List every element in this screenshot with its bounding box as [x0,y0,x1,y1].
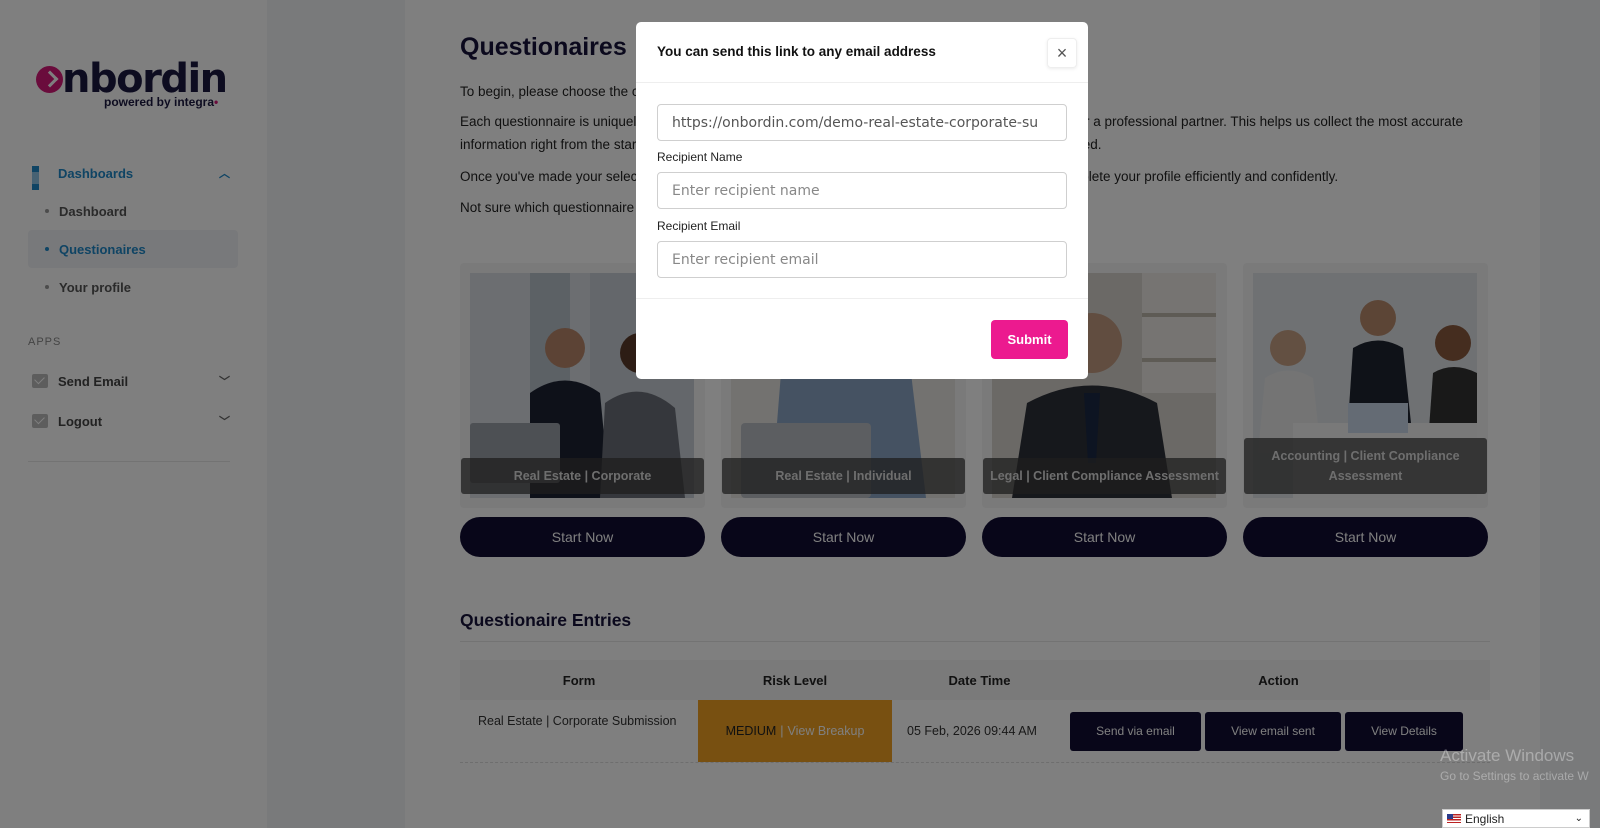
modal-footer-divider [636,298,1088,299]
share-link-field[interactable] [657,104,1067,141]
recipient-email-input[interactable] [657,241,1067,278]
windows-activation-watermark: Activate Windows Go to Settings to activ… [1440,746,1589,786]
modal-header-divider [636,82,1088,83]
language-label: English [1465,811,1505,826]
recipient-name-label: Recipient Name [657,150,743,164]
modal-title: You can send this link to any email addr… [657,44,936,59]
close-icon[interactable]: × [1047,38,1077,68]
submit-button[interactable]: Submit [991,320,1068,359]
recipient-name-input[interactable] [657,172,1067,209]
watermark-line-1: Activate Windows [1440,746,1575,765]
watermark-line-2: Go to Settings to activate W [1440,769,1589,783]
send-link-modal: You can send this link to any email addr… [636,22,1088,379]
chevron-down-icon: ⌄ [1574,813,1583,824]
language-selector[interactable]: English ⌄ [1442,809,1590,828]
us-flag-icon [1447,814,1461,823]
recipient-email-label: Recipient Email [657,219,741,233]
